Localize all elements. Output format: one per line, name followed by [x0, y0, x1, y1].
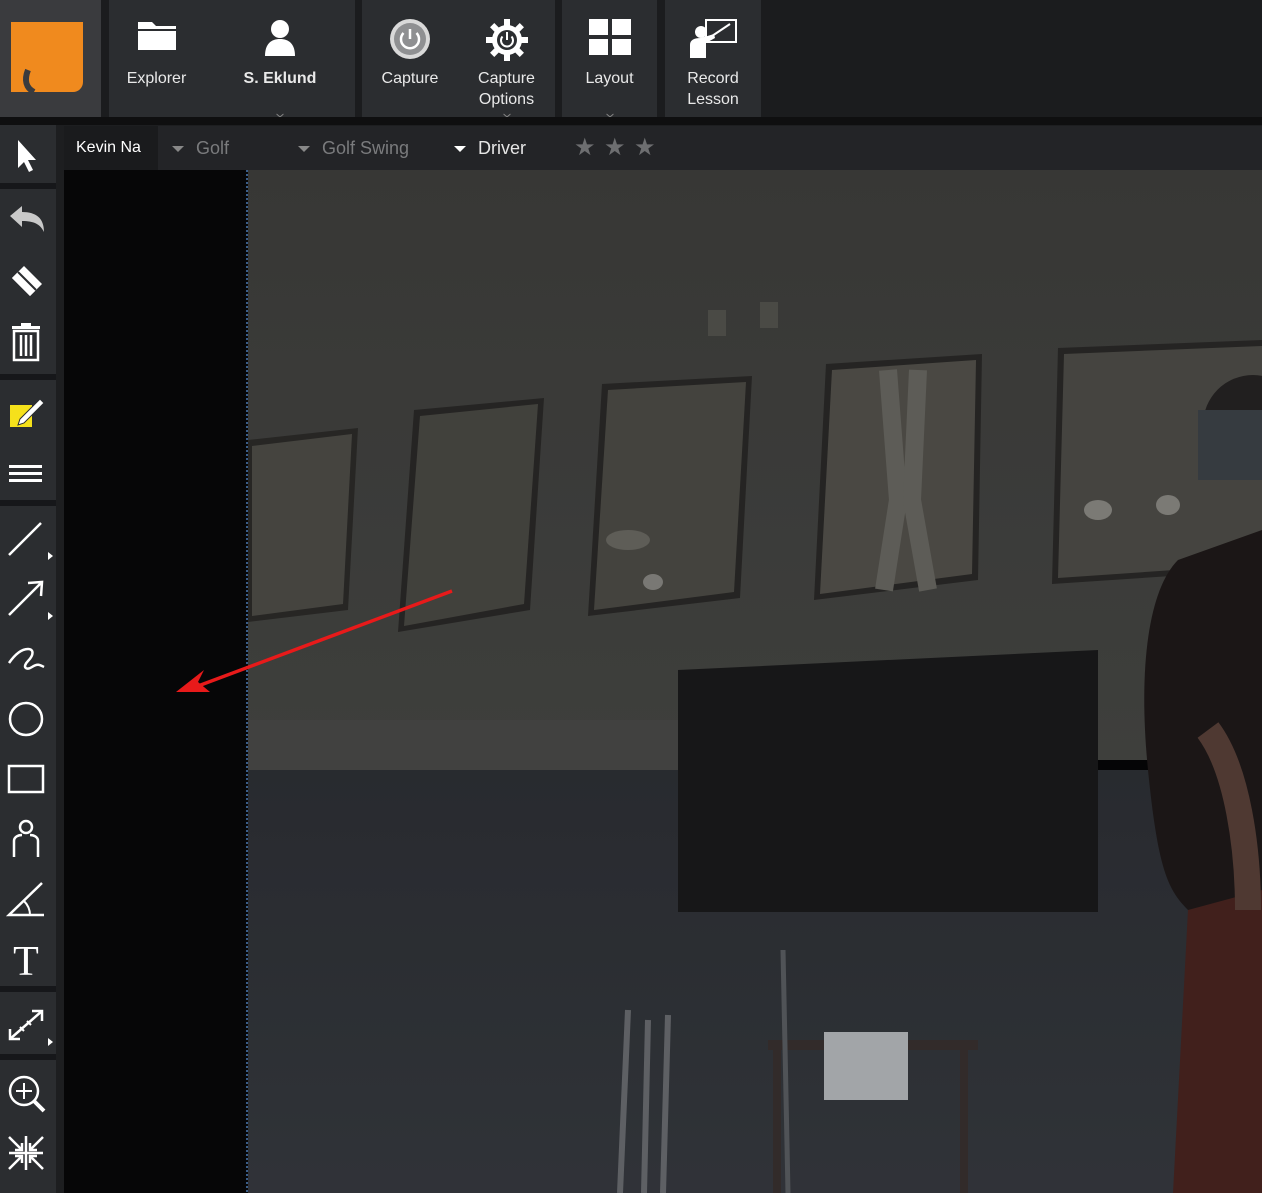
annotation-arrow[interactable]	[64, 170, 1262, 1193]
capture-options-line1: Capture	[478, 70, 535, 87]
rating-star-1[interactable]: ★	[574, 136, 596, 160]
power-icon	[389, 18, 431, 66]
record-lesson-label: Record Lesson	[665, 68, 761, 110]
video-tag-bar: Kevin Na Golf Golf Swing Driver ★ ★ ★	[64, 126, 1262, 170]
dropdown-arrow-icon	[298, 146, 310, 153]
folder-icon	[136, 18, 178, 58]
submenu-arrow-icon	[48, 612, 53, 620]
presenter-icon	[688, 18, 738, 64]
svg-text:T: T	[13, 939, 39, 979]
gear-icon	[485, 18, 529, 68]
category-dropdown[interactable]: Golf Swing	[298, 126, 438, 170]
drawing-toolbar: T	[0, 125, 56, 1193]
sport-label: Golf	[196, 138, 230, 158]
user-label: S. Eklund	[243, 70, 317, 87]
delete-tool[interactable]	[0, 311, 56, 369]
circle-tool[interactable]	[0, 688, 56, 746]
grid-layout-icon	[588, 18, 632, 62]
measure-tool[interactable]	[0, 994, 56, 1052]
rating-star-2[interactable]: ★	[604, 136, 626, 160]
text-tool[interactable]: T	[0, 928, 56, 986]
tool-section-shapes: T	[0, 506, 56, 986]
user-button[interactable]: S. Eklund	[221, 0, 339, 118]
layout-button[interactable]: Layout	[562, 0, 657, 118]
arrow-tool[interactable]	[0, 568, 56, 626]
body-angle-tool[interactable]	[0, 808, 56, 866]
capture-options-button[interactable]: Capture Options	[458, 0, 555, 118]
club-label: Driver	[478, 138, 526, 158]
rating-star-3[interactable]: ★	[634, 136, 656, 160]
toolbar-divider	[0, 117, 1262, 125]
record-line1: Record	[687, 70, 739, 87]
toolbar-group-session: Explorer S. Eklund	[109, 0, 355, 118]
tool-section-edit	[0, 189, 56, 374]
tool-section-select	[0, 125, 56, 183]
toolbar-group-capture: Capture Capture Options	[362, 0, 555, 118]
line-style-tool[interactable]	[0, 442, 56, 500]
user-icon	[263, 18, 297, 62]
dropdown-arrow-icon	[454, 146, 466, 153]
zoom-tool[interactable]	[0, 1062, 56, 1120]
main-toolbar: Explorer S. Eklund Capture Capture Optio…	[0, 0, 1262, 118]
layout-label: Layout	[585, 70, 634, 87]
app-logo[interactable]	[0, 0, 101, 117]
tool-section-view	[0, 1060, 56, 1193]
angle-tool[interactable]	[0, 868, 56, 926]
fit-tool[interactable]	[0, 1122, 56, 1180]
submenu-arrow-icon	[48, 1038, 53, 1046]
record-line2: Lesson	[687, 91, 739, 108]
pen-color-tool[interactable]	[0, 382, 56, 440]
dropdown-arrow-icon	[172, 146, 184, 153]
submenu-arrow-icon	[48, 552, 53, 560]
chevron-down-icon	[605, 104, 614, 118]
category-label: Golf Swing	[322, 138, 410, 158]
athlete-tag[interactable]: Kevin Na	[64, 126, 158, 170]
freehand-tool[interactable]	[0, 628, 56, 686]
select-tool[interactable]	[0, 125, 56, 183]
explorer-label: Explorer	[126, 70, 187, 87]
tool-section-style	[0, 380, 56, 500]
capture-button[interactable]: Capture	[362, 0, 458, 117]
toolbar-group-layout: Layout	[562, 0, 657, 118]
chevron-down-icon	[502, 104, 511, 118]
video-viewport[interactable]	[64, 170, 1262, 1193]
line-tool[interactable]	[0, 508, 56, 566]
capture-label: Capture	[381, 70, 439, 87]
explorer-button[interactable]: Explorer	[109, 0, 204, 117]
toolbar-group-record: Record Lesson	[665, 0, 761, 117]
eraser-tool[interactable]	[0, 251, 56, 309]
sport-dropdown[interactable]: Golf	[172, 126, 282, 170]
undo-tool[interactable]	[0, 191, 56, 249]
tool-section-measure	[0, 992, 56, 1054]
club-dropdown[interactable]: Driver	[454, 126, 564, 170]
rectangle-tool[interactable]	[0, 748, 56, 806]
record-lesson-button[interactable]: Record Lesson	[665, 0, 761, 117]
chevron-down-icon	[276, 104, 284, 118]
